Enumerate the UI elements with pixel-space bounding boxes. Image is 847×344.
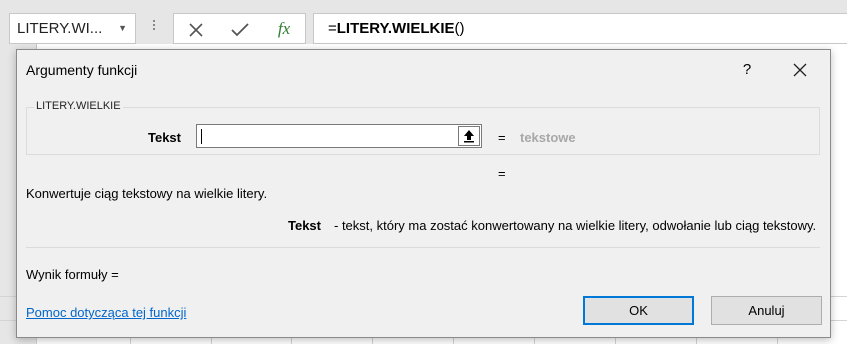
name-box-value: LITERY.WI... bbox=[17, 20, 103, 37]
close-icon bbox=[189, 22, 203, 37]
formula-buttons: fx bbox=[173, 13, 306, 44]
function-description: Konwertuje ciąg tekstowy na wielkie lite… bbox=[26, 186, 268, 201]
divider bbox=[26, 247, 820, 248]
close-button[interactable] bbox=[789, 59, 811, 81]
confirm-entry-button[interactable] bbox=[220, 14, 260, 43]
check-icon bbox=[231, 22, 249, 36]
argument-description-name: Tekst bbox=[288, 218, 321, 233]
formula-input[interactable]: =LITERY.WIELKIE() bbox=[313, 13, 847, 44]
argument-type-hint: tekstowe bbox=[520, 130, 576, 145]
formula-result: Wynik formuły = bbox=[26, 267, 119, 282]
upload-arrow-icon bbox=[464, 130, 474, 143]
formula-suffix: () bbox=[454, 20, 465, 37]
help-button[interactable]: ? bbox=[739, 61, 755, 78]
cancel-entry-button[interactable] bbox=[176, 14, 216, 43]
name-box[interactable]: LITERY.WI... ▼ bbox=[9, 13, 136, 44]
chevron-down-icon[interactable]: ▼ bbox=[118, 14, 127, 43]
argument-equals: = bbox=[498, 130, 506, 145]
dialog-title: Argumenty funkcji bbox=[26, 62, 138, 78]
text-caret bbox=[201, 129, 202, 144]
group-label: LITERY.WIELKIE bbox=[34, 100, 123, 112]
formula-function-name: LITERY.WIELKIE bbox=[336, 20, 455, 37]
argument-label: Tekst bbox=[148, 130, 181, 145]
function-arguments-dialog: Argumenty funkcji ? LITERY.WIELKIE Tekst… bbox=[16, 49, 831, 338]
collapse-dialog-button[interactable] bbox=[458, 126, 480, 146]
text-argument-input[interactable] bbox=[196, 124, 482, 148]
close-icon bbox=[793, 63, 807, 77]
cancel-button[interactable]: Anuluj bbox=[711, 296, 822, 325]
formula-prefix: = bbox=[328, 20, 337, 37]
help-link[interactable]: Pomoc dotycząca tej funkcji bbox=[26, 305, 186, 320]
insert-function-button[interactable]: fx bbox=[264, 14, 304, 43]
ok-button[interactable]: OK bbox=[583, 296, 694, 325]
argument-description-text: - tekst, który ma zostać konwertowany na… bbox=[334, 218, 817, 233]
formula-bar-area: LITERY.WI... ▼ fx =LITERY.WIELKIE() bbox=[0, 0, 847, 44]
result-equals: = bbox=[498, 166, 506, 181]
drag-handle-icon[interactable] bbox=[151, 18, 157, 36]
